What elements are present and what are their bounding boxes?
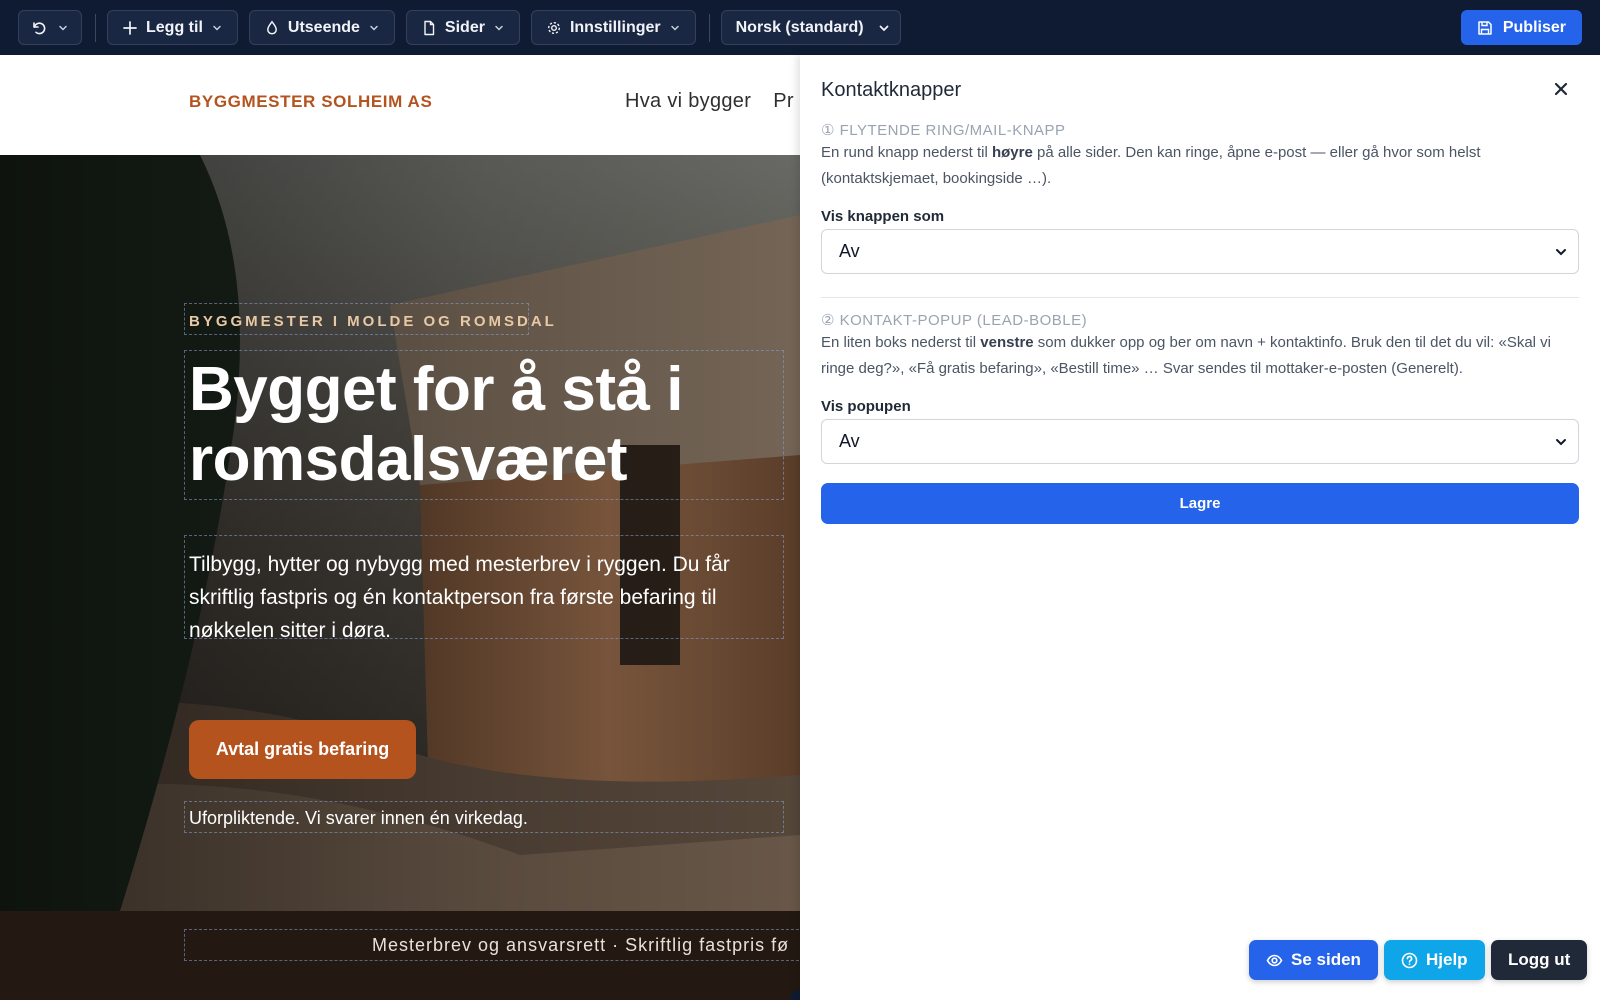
close-icon[interactable] <box>1552 80 1570 98</box>
hero-title-line-2: romsdalsværet <box>189 425 628 494</box>
pages-button[interactable]: Sider <box>405 10 520 45</box>
language-label: Norsk (standard) <box>735 18 864 36</box>
undo-icon <box>33 21 46 34</box>
chevron-down-icon <box>213 25 221 31</box>
plus-icon <box>123 20 137 35</box>
chevron-down-icon <box>670 25 679 31</box>
section-popup-heading: ② KONTAKT-POPUP (LEAD-BOBLE) <box>821 312 1088 329</box>
undo-button[interactable] <box>18 10 82 45</box>
publish-label: Publiser <box>1502 18 1566 36</box>
add-label: Legg til <box>146 18 203 36</box>
hero-background-image <box>0 155 800 911</box>
settings-label: Innstillinger <box>569 18 661 36</box>
panel-title: Kontaktknapper <box>821 79 962 101</box>
logout-label: Logg ut <box>1508 950 1571 969</box>
hero-section: BYGGMESTER I MOLDE OG ROMSDAL Bygget for… <box>0 155 800 911</box>
help-label: Hjelp <box>1426 950 1468 969</box>
chevron-down-icon <box>495 25 503 31</box>
show-popup-value: Av <box>839 431 860 451</box>
hero-text[interactable]: Tilbygg, hytter og nybygg med mesterbrev… <box>189 548 779 647</box>
chevron-down-icon <box>1556 439 1566 446</box>
site-header: BYGGMESTER SOLHEIM AS Hva vi bygger Pr <box>0 55 800 155</box>
section-divider <box>821 297 1579 298</box>
view-site-button[interactable]: Se siden <box>1249 940 1378 980</box>
help-button[interactable]: Hjelp <box>1384 940 1485 980</box>
show-popup-label: Vis popupen <box>821 398 911 415</box>
help-circle-icon <box>1401 952 1418 968</box>
chevron-down-icon <box>1556 249 1566 256</box>
droplet-icon <box>266 20 277 35</box>
language-select[interactable]: Norsk (standard) <box>720 10 901 45</box>
toolbar-divider <box>95 13 96 42</box>
nav-item-what-we-build[interactable]: Hva vi bygger <box>625 90 751 112</box>
save-icon <box>1478 20 1492 35</box>
site-preview: BYGGMESTER SOLHEIM AS Hva vi bygger Pr B… <box>0 55 800 1000</box>
show-button-as-select[interactable]: Av <box>821 229 1579 274</box>
show-button-as-label: Vis knappen som <box>821 208 945 225</box>
settings-button[interactable]: Innstillinger <box>530 10 696 45</box>
hero-eyebrow[interactable]: BYGGMESTER I MOLDE OG ROMSDAL <box>189 313 557 330</box>
appearance-button[interactable]: Utseende <box>248 10 395 45</box>
gear-icon <box>547 21 560 34</box>
appearance-label: Utseende <box>287 18 360 36</box>
chevron-down-icon <box>370 25 378 31</box>
site-brand[interactable]: BYGGMESTER SOLHEIM AS <box>189 92 432 112</box>
trust-strip: Mesterbrev og ansvarsrett · Skriftlig fa… <box>0 911 800 1000</box>
add-button[interactable]: Legg til <box>107 10 238 45</box>
save-button[interactable]: Lagre <box>821 483 1579 524</box>
file-icon <box>424 20 435 35</box>
hero-note[interactable]: Uforpliktende. Vi svarer innen én virked… <box>189 808 528 829</box>
editor-toolbar: Legg til Utseende Sider Innstillinger No… <box>0 0 1600 55</box>
section-floating-button-heading: ① FLYTENDE RING/MAIL-KNAPP <box>821 122 1066 139</box>
section-floating-button-description: En rund knapp nederst til høyre på alle … <box>821 144 1481 187</box>
hero-title[interactable]: Bygget for å stå i romsdalsværet <box>189 355 749 495</box>
contact-buttons-panel: Kontaktknapper ① FLYTENDE RING/MAIL-KNAP… <box>800 55 1600 1000</box>
book-inspection-button[interactable]: Avtal gratis befaring <box>189 720 416 779</box>
view-site-label: Se siden <box>1291 950 1361 969</box>
eye-icon <box>1266 954 1283 966</box>
show-button-as-value: Av <box>839 241 860 261</box>
show-popup-select[interactable]: Av <box>821 419 1579 464</box>
chevron-down-icon <box>59 25 67 31</box>
trust-strip-text[interactable]: Mesterbrev og ansvarsrett · Skriftlig fa… <box>372 935 789 956</box>
pages-label: Sider <box>444 18 485 36</box>
nav-item-projects[interactable]: Pr <box>773 90 794 112</box>
publish-button[interactable]: Publiser <box>1460 10 1582 45</box>
hero-title-line-1: Bygget for å stå i <box>189 355 684 424</box>
logout-button[interactable]: Logg ut <box>1491 940 1588 980</box>
section-popup-description: En liten boks nederst til venstre som du… <box>821 334 1552 377</box>
chevron-down-icon <box>879 25 889 31</box>
site-nav: Hva vi bygger Pr <box>625 90 800 113</box>
toolbar-divider <box>708 13 710 42</box>
